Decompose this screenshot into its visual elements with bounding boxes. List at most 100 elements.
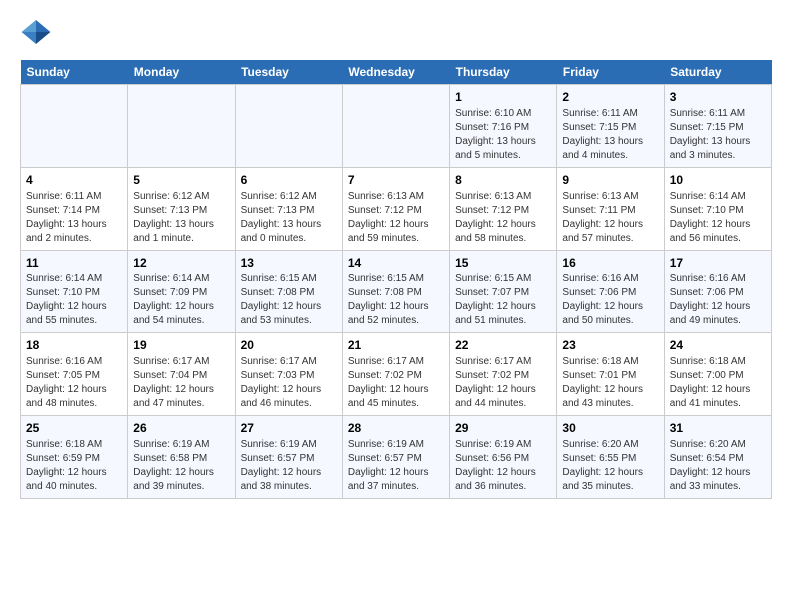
day-header-sunday: Sunday <box>21 60 128 85</box>
day-cell: 5Sunrise: 6:12 AM Sunset: 7:13 PM Daylig… <box>128 167 235 250</box>
day-cell: 6Sunrise: 6:12 AM Sunset: 7:13 PM Daylig… <box>235 167 342 250</box>
day-cell <box>128 85 235 168</box>
day-header-saturday: Saturday <box>664 60 771 85</box>
day-cell: 29Sunrise: 6:19 AM Sunset: 6:56 PM Dayli… <box>450 416 557 499</box>
header-row: SundayMondayTuesdayWednesdayThursdayFrid… <box>21 60 772 85</box>
day-number: 6 <box>241 172 337 189</box>
day-cell: 10Sunrise: 6:14 AM Sunset: 7:10 PM Dayli… <box>664 167 771 250</box>
day-info: Sunrise: 6:17 AM Sunset: 7:04 PM Dayligh… <box>133 355 229 411</box>
day-number: 18 <box>26 337 122 354</box>
week-row-3: 11Sunrise: 6:14 AM Sunset: 7:10 PM Dayli… <box>21 250 772 333</box>
day-number: 25 <box>26 420 122 437</box>
day-info: Sunrise: 6:17 AM Sunset: 7:03 PM Dayligh… <box>241 355 337 411</box>
day-cell: 21Sunrise: 6:17 AM Sunset: 7:02 PM Dayli… <box>342 333 449 416</box>
week-row-1: 1Sunrise: 6:10 AM Sunset: 7:16 PM Daylig… <box>21 85 772 168</box>
day-info: Sunrise: 6:15 AM Sunset: 7:08 PM Dayligh… <box>241 272 337 328</box>
day-cell <box>235 85 342 168</box>
calendar-table: SundayMondayTuesdayWednesdayThursdayFrid… <box>20 60 772 499</box>
day-info: Sunrise: 6:11 AM Sunset: 7:15 PM Dayligh… <box>670 107 766 163</box>
day-number: 31 <box>670 420 766 437</box>
day-number: 1 <box>455 89 551 106</box>
day-info: Sunrise: 6:15 AM Sunset: 7:08 PM Dayligh… <box>348 272 444 328</box>
day-header-tuesday: Tuesday <box>235 60 342 85</box>
day-number: 5 <box>133 172 229 189</box>
day-number: 9 <box>562 172 658 189</box>
day-number: 14 <box>348 255 444 272</box>
day-number: 15 <box>455 255 551 272</box>
day-number: 29 <box>455 420 551 437</box>
day-number: 11 <box>26 255 122 272</box>
page: SundayMondayTuesdayWednesdayThursdayFrid… <box>0 0 792 509</box>
day-number: 2 <box>562 89 658 106</box>
day-info: Sunrise: 6:17 AM Sunset: 7:02 PM Dayligh… <box>348 355 444 411</box>
day-info: Sunrise: 6:17 AM Sunset: 7:02 PM Dayligh… <box>455 355 551 411</box>
week-row-4: 18Sunrise: 6:16 AM Sunset: 7:05 PM Dayli… <box>21 333 772 416</box>
day-cell: 3Sunrise: 6:11 AM Sunset: 7:15 PM Daylig… <box>664 85 771 168</box>
day-info: Sunrise: 6:14 AM Sunset: 7:09 PM Dayligh… <box>133 272 229 328</box>
day-info: Sunrise: 6:16 AM Sunset: 7:05 PM Dayligh… <box>26 355 122 411</box>
day-number: 3 <box>670 89 766 106</box>
day-info: Sunrise: 6:11 AM Sunset: 7:15 PM Dayligh… <box>562 107 658 163</box>
day-number: 4 <box>26 172 122 189</box>
day-cell: 13Sunrise: 6:15 AM Sunset: 7:08 PM Dayli… <box>235 250 342 333</box>
day-info: Sunrise: 6:13 AM Sunset: 7:11 PM Dayligh… <box>562 190 658 246</box>
day-cell: 19Sunrise: 6:17 AM Sunset: 7:04 PM Dayli… <box>128 333 235 416</box>
day-info: Sunrise: 6:14 AM Sunset: 7:10 PM Dayligh… <box>26 272 122 328</box>
day-cell: 25Sunrise: 6:18 AM Sunset: 6:59 PM Dayli… <box>21 416 128 499</box>
day-cell <box>342 85 449 168</box>
week-row-5: 25Sunrise: 6:18 AM Sunset: 6:59 PM Dayli… <box>21 416 772 499</box>
day-info: Sunrise: 6:18 AM Sunset: 6:59 PM Dayligh… <box>26 438 122 494</box>
day-info: Sunrise: 6:14 AM Sunset: 7:10 PM Dayligh… <box>670 190 766 246</box>
day-cell: 7Sunrise: 6:13 AM Sunset: 7:12 PM Daylig… <box>342 167 449 250</box>
day-cell: 27Sunrise: 6:19 AM Sunset: 6:57 PM Dayli… <box>235 416 342 499</box>
day-cell: 2Sunrise: 6:11 AM Sunset: 7:15 PM Daylig… <box>557 85 664 168</box>
day-number: 22 <box>455 337 551 354</box>
day-number: 20 <box>241 337 337 354</box>
week-row-2: 4Sunrise: 6:11 AM Sunset: 7:14 PM Daylig… <box>21 167 772 250</box>
day-info: Sunrise: 6:10 AM Sunset: 7:16 PM Dayligh… <box>455 107 551 163</box>
day-cell: 11Sunrise: 6:14 AM Sunset: 7:10 PM Dayli… <box>21 250 128 333</box>
day-number: 17 <box>670 255 766 272</box>
day-header-monday: Monday <box>128 60 235 85</box>
day-info: Sunrise: 6:13 AM Sunset: 7:12 PM Dayligh… <box>455 190 551 246</box>
day-number: 26 <box>133 420 229 437</box>
day-number: 21 <box>348 337 444 354</box>
day-number: 27 <box>241 420 337 437</box>
day-info: Sunrise: 6:19 AM Sunset: 6:57 PM Dayligh… <box>348 438 444 494</box>
day-info: Sunrise: 6:12 AM Sunset: 7:13 PM Dayligh… <box>241 190 337 246</box>
day-cell <box>21 85 128 168</box>
day-cell: 12Sunrise: 6:14 AM Sunset: 7:09 PM Dayli… <box>128 250 235 333</box>
day-number: 23 <box>562 337 658 354</box>
day-number: 19 <box>133 337 229 354</box>
day-number: 13 <box>241 255 337 272</box>
day-header-thursday: Thursday <box>450 60 557 85</box>
logo <box>20 16 56 48</box>
day-cell: 9Sunrise: 6:13 AM Sunset: 7:11 PM Daylig… <box>557 167 664 250</box>
day-info: Sunrise: 6:12 AM Sunset: 7:13 PM Dayligh… <box>133 190 229 246</box>
day-header-wednesday: Wednesday <box>342 60 449 85</box>
day-cell: 16Sunrise: 6:16 AM Sunset: 7:06 PM Dayli… <box>557 250 664 333</box>
day-info: Sunrise: 6:16 AM Sunset: 7:06 PM Dayligh… <box>562 272 658 328</box>
day-number: 12 <box>133 255 229 272</box>
day-info: Sunrise: 6:20 AM Sunset: 6:55 PM Dayligh… <box>562 438 658 494</box>
day-cell: 8Sunrise: 6:13 AM Sunset: 7:12 PM Daylig… <box>450 167 557 250</box>
day-number: 10 <box>670 172 766 189</box>
day-number: 16 <box>562 255 658 272</box>
day-cell: 20Sunrise: 6:17 AM Sunset: 7:03 PM Dayli… <box>235 333 342 416</box>
day-cell: 26Sunrise: 6:19 AM Sunset: 6:58 PM Dayli… <box>128 416 235 499</box>
day-info: Sunrise: 6:15 AM Sunset: 7:07 PM Dayligh… <box>455 272 551 328</box>
day-info: Sunrise: 6:16 AM Sunset: 7:06 PM Dayligh… <box>670 272 766 328</box>
day-cell: 17Sunrise: 6:16 AM Sunset: 7:06 PM Dayli… <box>664 250 771 333</box>
day-info: Sunrise: 6:20 AM Sunset: 6:54 PM Dayligh… <box>670 438 766 494</box>
day-cell: 22Sunrise: 6:17 AM Sunset: 7:02 PM Dayli… <box>450 333 557 416</box>
day-info: Sunrise: 6:19 AM Sunset: 6:56 PM Dayligh… <box>455 438 551 494</box>
day-cell: 14Sunrise: 6:15 AM Sunset: 7:08 PM Dayli… <box>342 250 449 333</box>
day-cell: 28Sunrise: 6:19 AM Sunset: 6:57 PM Dayli… <box>342 416 449 499</box>
day-number: 28 <box>348 420 444 437</box>
day-info: Sunrise: 6:18 AM Sunset: 7:00 PM Dayligh… <box>670 355 766 411</box>
header <box>20 16 772 48</box>
day-cell: 4Sunrise: 6:11 AM Sunset: 7:14 PM Daylig… <box>21 167 128 250</box>
day-cell: 23Sunrise: 6:18 AM Sunset: 7:01 PM Dayli… <box>557 333 664 416</box>
day-cell: 15Sunrise: 6:15 AM Sunset: 7:07 PM Dayli… <box>450 250 557 333</box>
day-info: Sunrise: 6:13 AM Sunset: 7:12 PM Dayligh… <box>348 190 444 246</box>
